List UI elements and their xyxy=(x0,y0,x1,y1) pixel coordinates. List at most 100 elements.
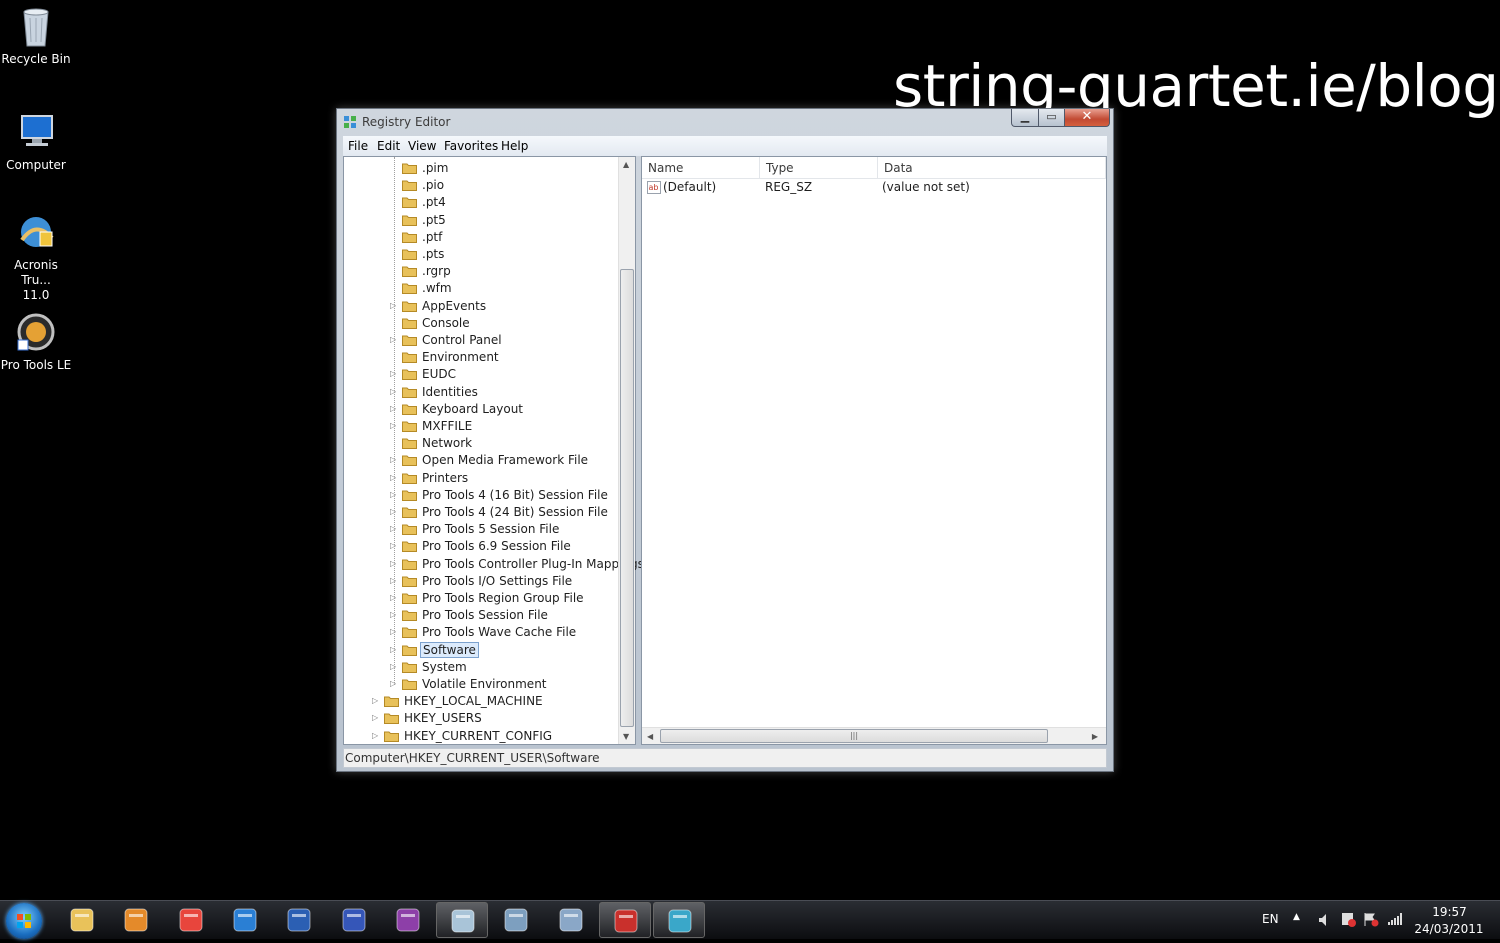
folder-icon xyxy=(402,559,417,570)
tree-item-label: Pro Tools Session File xyxy=(422,608,548,623)
scroll-left-icon[interactable]: ◀ xyxy=(647,732,653,741)
close-button[interactable]: ✕ xyxy=(1064,109,1110,127)
tree-item-label: .pio xyxy=(422,178,445,193)
expand-arrow-icon[interactable]: ▷ xyxy=(372,696,380,705)
taskbar-pen-tool-button[interactable] xyxy=(436,902,489,938)
tree-item-label: .pt5 xyxy=(422,212,446,227)
internet-explorer-icon xyxy=(233,908,257,932)
taskbar-save-disk-button[interactable] xyxy=(328,902,380,938)
onenote-icon xyxy=(396,908,420,932)
flag-icon[interactable] xyxy=(1363,912,1379,927)
value-name: (Default) xyxy=(663,180,717,194)
menu-favorites[interactable]: Favorites xyxy=(444,139,498,153)
tree-item-label: Pro Tools 4 (24 Bit) Session File xyxy=(422,505,608,519)
taskbar-onenote-button[interactable] xyxy=(382,902,434,938)
scroll-down-icon[interactable]: ▼ xyxy=(623,732,629,741)
value-type: REG_SZ xyxy=(765,180,813,194)
acronis-shortcut[interactable]: Acronis Tru... 11.0 xyxy=(0,210,72,303)
folder-icon xyxy=(402,627,417,639)
folder-icon xyxy=(402,662,417,673)
column-header-data[interactable]: Data xyxy=(878,157,1106,178)
network-icon[interactable] xyxy=(1388,913,1402,925)
scroll-up-icon[interactable]: ▲ xyxy=(623,160,629,169)
folder-icon xyxy=(402,645,417,656)
maximize-button[interactable]: ▭ xyxy=(1038,109,1065,127)
menu-file[interactable]: File xyxy=(348,139,368,153)
language-indicator[interactable]: EN xyxy=(1262,912,1279,926)
column-header-name[interactable]: Name xyxy=(642,157,760,178)
tree-item-label: Keyboard Layout xyxy=(422,401,524,416)
folder-icon xyxy=(402,335,417,346)
scroll-right-icon[interactable]: ▶ xyxy=(1092,732,1098,741)
tree-vertical-scrollbar[interactable]: ▲ ▼ xyxy=(618,157,635,744)
tree-item-label: .pim xyxy=(422,161,449,175)
tree-item-label: HKEY_CURRENT_CONFIG xyxy=(404,728,553,743)
folder-icon xyxy=(402,197,417,209)
string-value-icon: ab xyxy=(647,181,661,194)
column-header-type[interactable]: Type xyxy=(760,157,878,178)
folder-icon xyxy=(402,421,417,432)
recycle-bin-shortcut[interactable]: Recycle Bin xyxy=(0,4,72,67)
list-horizontal-scrollbar[interactable]: ◀ ||| ▶ xyxy=(642,727,1106,744)
expand-arrow-icon[interactable]: ▷ xyxy=(372,713,380,722)
folder-icon xyxy=(402,352,417,364)
tree-scroll-thumb[interactable] xyxy=(620,269,634,727)
tree-item-label: EUDC xyxy=(422,367,456,382)
menu-view[interactable]: View xyxy=(408,139,436,153)
tree-item-label: Network xyxy=(422,436,473,451)
menu-help[interactable]: Help xyxy=(501,139,528,153)
taskbar-windows-explorer-button[interactable] xyxy=(56,902,108,938)
show-hidden-icons-icon[interactable]: ▲ xyxy=(1293,912,1300,922)
registry-tree[interactable]: .pim .pio .pt4 .pt5 .ptf .pts .rgrp .wfm ▷ AppEve… xyxy=(343,156,644,745)
tree-item-label: Identities xyxy=(422,384,478,399)
taskbar-word-button[interactable] xyxy=(273,902,325,938)
taskbar-chrome-button[interactable] xyxy=(165,902,217,938)
windows-logo-icon xyxy=(17,914,31,928)
action-center-icon[interactable] xyxy=(1340,912,1356,927)
clock-time[interactable]: 19:57 xyxy=(1422,905,1477,919)
start-button[interactable] xyxy=(6,903,42,939)
menu-edit[interactable]: Edit xyxy=(377,139,400,153)
folder-icon xyxy=(402,593,417,604)
speaker-icon[interactable] xyxy=(1318,913,1330,927)
pro-tools-shortcut[interactable]: Pro Tools LE xyxy=(0,310,72,373)
folder-icon xyxy=(402,163,417,174)
file-manager-icon xyxy=(559,908,583,932)
tree-item-label: .pts xyxy=(422,247,445,261)
clock-date[interactable]: 24/03/2011 xyxy=(1414,922,1484,936)
values-list[interactable]: Name Type Data ab (Default) REG_SZ (valu… xyxy=(641,156,1107,745)
taskbar-acrobat-button[interactable] xyxy=(599,902,651,938)
taskbar-calculator-button[interactable] xyxy=(490,902,542,938)
window-title: Registry Editor xyxy=(362,115,451,129)
folder-icon xyxy=(402,455,417,467)
taskbar: EN ▲ 19:57 24/03/2011 xyxy=(0,900,1500,939)
value-data: (value not set) xyxy=(882,180,970,194)
menu-bar: File Edit View Favorites Help xyxy=(343,136,1107,156)
folder-icon xyxy=(402,473,417,484)
pen-tool-icon xyxy=(451,909,475,933)
minimize-button[interactable]: ▁ xyxy=(1011,109,1039,127)
registry-editor-window: Registry Editor ▁ ▭ ✕ File Edit View Fav… xyxy=(336,108,1114,772)
computer-icon xyxy=(21,115,53,146)
folder-icon xyxy=(402,369,417,381)
folder-icon xyxy=(402,576,417,587)
windows-explorer-icon xyxy=(70,908,94,932)
computer-shortcut[interactable]: Computer xyxy=(0,110,72,173)
folder-icon xyxy=(402,610,417,622)
folder-icon xyxy=(402,438,417,450)
expand-arrow-icon[interactable]: ▷ xyxy=(372,731,380,740)
taskbar-file-manager-button[interactable] xyxy=(545,902,597,938)
tree-item-label: Console xyxy=(422,315,470,330)
list-scroll-thumb[interactable]: ||| xyxy=(660,729,1048,743)
tree-item-label: Pro Tools 6.9 Session File xyxy=(422,539,571,554)
folder-icon xyxy=(402,404,417,415)
tree-item-label: AppEvents xyxy=(422,298,487,313)
folder-icon xyxy=(402,318,417,329)
title-bar[interactable]: Registry Editor ▁ ▭ ✕ xyxy=(337,109,1113,135)
calculator-icon xyxy=(504,908,528,932)
taskbar-internet-explorer-button[interactable] xyxy=(219,902,271,938)
folder-icon xyxy=(402,266,417,278)
tree-item-label: .rgrp xyxy=(422,264,451,279)
taskbar-media-player-button[interactable] xyxy=(110,902,162,938)
taskbar-registry-editor-button[interactable] xyxy=(653,902,706,938)
